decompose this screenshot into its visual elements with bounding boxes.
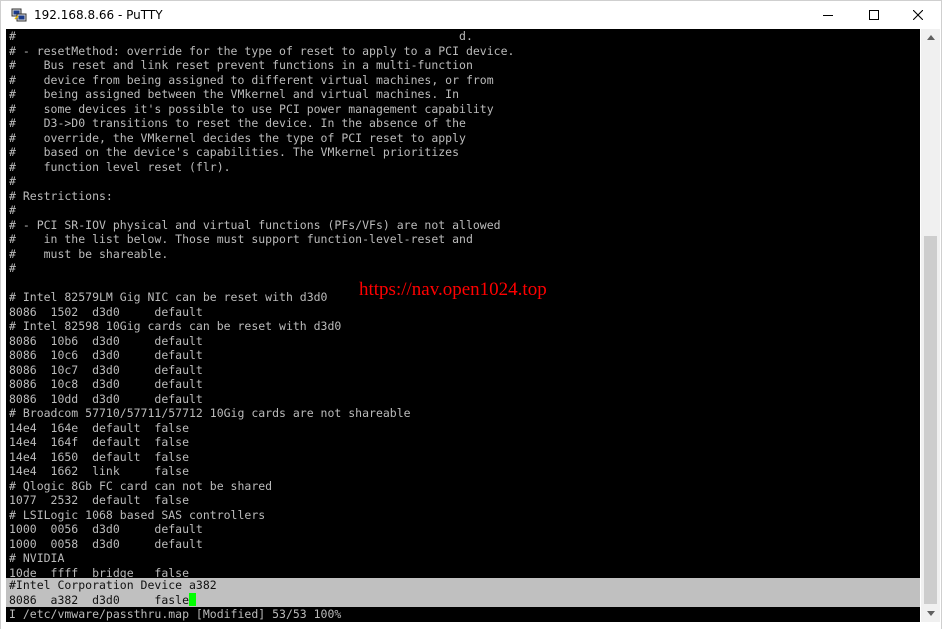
close-button[interactable] bbox=[895, 1, 941, 29]
putty-window: 192.168.8.66 - PuTTY # d. # - resetMetho… bbox=[0, 0, 942, 629]
terminal-line: # NVIDIA bbox=[9, 551, 65, 565]
terminal-line: # override, the VMkernel decides the typ… bbox=[9, 130, 466, 145]
terminal-area[interactable]: # d. # - resetMethod: override for the ty… bbox=[6, 29, 920, 622]
text-cursor bbox=[189, 592, 197, 606]
terminal-line-text: 8086 a382 d3d0 fasle bbox=[9, 592, 190, 607]
terminal-line: # bbox=[9, 261, 16, 275]
close-icon bbox=[913, 10, 923, 20]
terminal-line: 14e4 1650 default false bbox=[9, 449, 190, 464]
terminal-line: # Intel 82579LM Gig NIC can be reset wit… bbox=[9, 290, 328, 304]
terminal-line: # function level reset (flr). bbox=[9, 159, 231, 174]
terminal-line: # bbox=[9, 203, 16, 217]
terminal-line: # being assigned between the VMkernel an… bbox=[9, 87, 460, 101]
terminal-line: # D3->D0 transitions to reset the device… bbox=[9, 116, 466, 130]
terminal-line: 14e4 1662 link false bbox=[9, 464, 190, 478]
terminal-line: # bbox=[9, 174, 16, 188]
terminal-line-highlighted: #Intel Corporation Device a382 bbox=[9, 578, 217, 592]
scroll-up-icon bbox=[926, 35, 935, 40]
maximize-icon bbox=[869, 10, 879, 20]
terminal-line: # Broadcom 57710/57711/57712 10Gig cards… bbox=[9, 406, 411, 420]
terminal-line: 8086 10c6 d3d0 default bbox=[9, 348, 203, 362]
editor-status-line: I /etc/vmware/passthru.map [Modified] 53… bbox=[9, 607, 342, 621]
terminal-line: # Intel 82598 10Gig cards can be reset w… bbox=[9, 319, 342, 333]
vertical-scrollbar[interactable] bbox=[921, 29, 940, 622]
window-title: 192.168.8.66 - PuTTY bbox=[34, 8, 163, 22]
window-bottom-border bbox=[1, 622, 941, 629]
terminal-line: # d. bbox=[9, 29, 473, 43]
terminal-line: # LSILogic 1068 based SAS controllers bbox=[9, 507, 266, 522]
terminal-line: 14e4 164e default false bbox=[9, 420, 190, 435]
watermark-text: https://nav.open1024.top bbox=[359, 279, 547, 300]
terminal-line: 1077 2532 default false bbox=[9, 493, 190, 507]
scroll-down-icon bbox=[926, 611, 935, 616]
terminal-line: # some devices it's possible to use PCI … bbox=[9, 101, 494, 116]
minimize-button[interactable] bbox=[805, 1, 851, 29]
terminal-line: 8086 10c7 d3d0 default bbox=[9, 362, 203, 377]
terminal-line: # based on the device's capabilities. Th… bbox=[9, 145, 460, 159]
title-bar[interactable]: 192.168.8.66 - PuTTY bbox=[1, 1, 941, 29]
terminal-line: # Qlogic 8Gb FC card can not be shared bbox=[9, 478, 273, 493]
maximize-button[interactable] bbox=[851, 1, 897, 29]
terminal-line: 1000 0058 d3d0 default bbox=[9, 536, 203, 551]
scroll-up-button[interactable] bbox=[921, 29, 940, 46]
minimize-icon bbox=[823, 15, 833, 16]
terminal-line: 1000 0056 d3d0 default bbox=[9, 522, 203, 536]
terminal-line: 8086 10b6 d3d0 default bbox=[9, 333, 203, 348]
terminal-line: 8086 10dd d3d0 default bbox=[9, 391, 203, 406]
terminal-line: # device from being assigned to differen… bbox=[9, 72, 494, 87]
terminal-line-highlighted: 8086 a382 d3d0 fasle bbox=[9, 592, 197, 608]
terminal-line: 14e4 164f default false bbox=[9, 435, 190, 449]
scroll-down-button[interactable] bbox=[921, 605, 940, 622]
terminal-line: # Bus reset and link reset prevent funct… bbox=[9, 58, 473, 72]
terminal-line: 8086 1502 d3d0 default bbox=[9, 304, 203, 319]
terminal-line: # - resetMethod: override for the type o… bbox=[9, 43, 515, 58]
terminal-line: # Restrictions: bbox=[9, 188, 113, 203]
putty-icon[interactable] bbox=[11, 7, 27, 23]
terminal-line: # must be shareable. bbox=[9, 246, 169, 261]
terminal-line: # in the list below. Those must support … bbox=[9, 232, 473, 246]
terminal-line: 8086 10c8 d3d0 default bbox=[9, 377, 203, 391]
scroll-thumb[interactable] bbox=[924, 236, 937, 604]
terminal-line: # - PCI SR-IOV physical and virtual func… bbox=[9, 217, 501, 232]
